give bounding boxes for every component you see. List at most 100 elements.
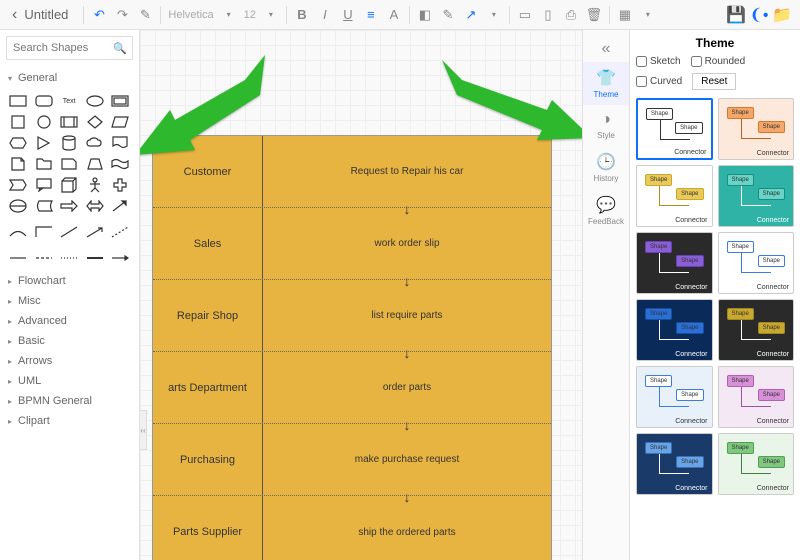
tab-style[interactable]: ◑ Style <box>583 105 629 146</box>
lock-button[interactable]: ⎙ <box>561 5 581 25</box>
shape-diamond[interactable] <box>84 113 106 131</box>
curved-checkbox[interactable]: Curved <box>636 73 682 90</box>
shape-process[interactable] <box>58 113 80 131</box>
font-select[interactable]: Helvetica <box>166 9 215 21</box>
save-button[interactable]: 💾 <box>726 5 746 25</box>
underline-button[interactable]: U <box>338 5 358 25</box>
document-title[interactable]: Untitled <box>24 7 68 22</box>
shape-parallelogram[interactable] <box>109 113 131 131</box>
shape-card[interactable] <box>58 155 80 173</box>
swimlane-row[interactable]: Purchasingmake purchase request↓ <box>153 424 551 496</box>
shape-cross[interactable] <box>109 176 131 194</box>
canvas[interactable]: ‹‹ CustomerRequest to Repair his car↓Sal… <box>140 30 582 560</box>
theme-card[interactable]: ShapeShapeConnector <box>718 366 795 428</box>
connector-dash[interactable] <box>33 249 55 267</box>
italic-button[interactable]: I <box>315 5 335 25</box>
back-button[interactable]: ‹ <box>8 6 21 24</box>
connector-button[interactable]: ↗ <box>461 5 481 25</box>
shape-tape[interactable] <box>109 155 131 173</box>
shape-trapezoid[interactable] <box>84 155 106 173</box>
shape-cloud[interactable] <box>84 134 106 152</box>
line-straight[interactable] <box>58 223 80 241</box>
swimlane-diagram[interactable]: CustomerRequest to Repair his car↓Salesw… <box>152 135 552 560</box>
folder-button[interactable]: 📁 <box>772 5 792 25</box>
shape-arrow-thin[interactable] <box>109 197 131 215</box>
shape-rounded-rect[interactable] <box>33 92 55 110</box>
theme-card[interactable]: ShapeShapeConnector <box>636 366 713 428</box>
rounded-checkbox[interactable]: Rounded <box>691 56 746 67</box>
search-shapes-box[interactable]: 🔍 <box>6 36 133 60</box>
align-button[interactable]: ≡ <box>361 5 381 25</box>
shape-double-arrow[interactable] <box>84 197 106 215</box>
line-color-button[interactable]: ✎ <box>438 5 458 25</box>
shape-double-rect[interactable] <box>109 92 131 110</box>
shape-document[interactable] <box>109 134 131 152</box>
shape-folder[interactable] <box>33 155 55 173</box>
theme-card[interactable]: ShapeShapeConnector <box>718 98 795 160</box>
connector-heavy[interactable] <box>84 249 106 267</box>
category-basic[interactable]: Basic <box>6 331 133 351</box>
theme-card[interactable]: ShapeShapeConnector <box>718 232 795 294</box>
category-arrows[interactable]: Arrows <box>6 351 133 371</box>
line-arrow-open[interactable] <box>84 223 106 241</box>
theme-card[interactable]: ShapeShapeConnector <box>718 433 795 495</box>
category-general[interactable]: General <box>6 68 133 88</box>
shape-actor[interactable] <box>84 176 106 194</box>
theme-card[interactable]: ShapeShapeConnector <box>718 165 795 227</box>
shape-or[interactable] <box>7 197 29 215</box>
shape-arrow-block[interactable] <box>58 197 80 215</box>
category-bpmn[interactable]: BPMN General <box>6 391 133 411</box>
redo-button[interactable]: ↷ <box>112 5 132 25</box>
delete-button[interactable]: 🗑 <box>584 5 604 25</box>
theme-card[interactable]: ShapeShapeConnector <box>718 299 795 361</box>
sketch-checkbox[interactable]: Sketch <box>636 56 681 67</box>
undo-button[interactable]: ↶ <box>89 5 109 25</box>
shape-text[interactable]: Text <box>58 92 80 110</box>
fill-color-button[interactable]: ◧ <box>415 5 435 25</box>
tab-theme[interactable]: 👕 Theme <box>583 62 629 105</box>
to-front-button[interactable]: ▭ <box>515 5 535 25</box>
line-dash[interactable] <box>109 223 131 241</box>
swimlane-row[interactable]: arts Departmentorder parts↓ <box>153 352 551 424</box>
grid-button[interactable]: ▦ <box>615 5 635 25</box>
shape-triangle[interactable] <box>33 134 55 152</box>
shape-data[interactable] <box>33 197 55 215</box>
shape-square[interactable] <box>7 113 29 131</box>
panel-collapse-button[interactable]: « <box>583 36 629 62</box>
line-angle[interactable] <box>33 223 55 241</box>
theme-card[interactable]: ShapeShapeConnector <box>636 299 713 361</box>
category-misc[interactable]: Misc <box>6 291 133 311</box>
connector-arrow[interactable] <box>109 249 131 267</box>
shape-circle[interactable] <box>33 113 55 131</box>
swimlane-row[interactable]: Repair Shoplist require parts↓ <box>153 280 551 352</box>
theme-card[interactable]: ShapeShapeConnector <box>636 98 713 160</box>
category-clipart[interactable]: Clipart <box>6 411 133 431</box>
tab-feedback[interactable]: 💬 FeedBack <box>583 189 629 232</box>
format-paint-button[interactable]: ✎ <box>135 5 155 25</box>
share-button[interactable]: ❨• <box>749 5 769 25</box>
shape-ellipse[interactable] <box>84 92 106 110</box>
reset-button[interactable]: Reset <box>692 73 736 90</box>
font-color-button[interactable]: A <box>384 5 404 25</box>
swimlane-row[interactable]: Saleswork order slip↓ <box>153 208 551 280</box>
shape-callout[interactable] <box>33 176 55 194</box>
connector-solid[interactable] <box>7 249 29 267</box>
connector-dot[interactable] <box>58 249 80 267</box>
shape-note[interactable] <box>7 155 29 173</box>
font-size-select[interactable]: 12 <box>242 9 258 21</box>
category-flowchart[interactable]: Flowchart <box>6 271 133 291</box>
shape-cube[interactable] <box>58 176 80 194</box>
shape-cylinder[interactable] <box>58 134 80 152</box>
search-icon[interactable]: 🔍 <box>113 42 127 55</box>
category-advanced[interactable]: Advanced <box>6 311 133 331</box>
line-curve[interactable] <box>7 223 29 241</box>
shape-step[interactable] <box>7 176 29 194</box>
theme-card[interactable]: ShapeShapeConnector <box>636 165 713 227</box>
theme-card[interactable]: ShapeShapeConnector <box>636 232 713 294</box>
tab-history[interactable]: 🕒 History <box>583 146 629 189</box>
category-uml[interactable]: UML <box>6 371 133 391</box>
left-collapse-handle[interactable]: ‹‹ <box>140 410 147 450</box>
shape-hexagon[interactable] <box>7 134 29 152</box>
theme-card[interactable]: ShapeShapeConnector <box>636 433 713 495</box>
shape-rect[interactable] <box>7 92 29 110</box>
